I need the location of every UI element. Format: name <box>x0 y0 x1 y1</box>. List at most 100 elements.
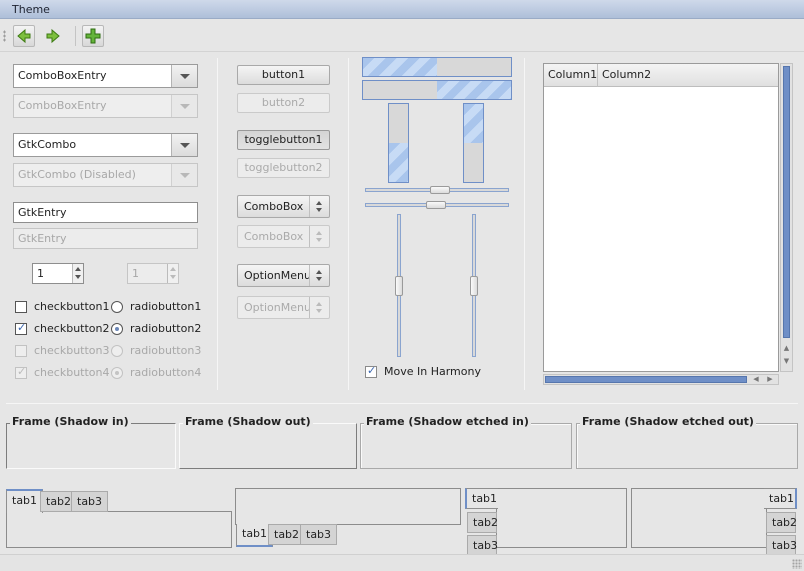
radiobutton2-circle[interactable] <box>111 323 123 335</box>
tab-tab1[interactable]: tab1 <box>764 488 797 509</box>
frame-label: Frame (Shadow etched out) <box>580 415 756 429</box>
togglebutton1[interactable]: togglebutton1 <box>237 130 330 150</box>
tab-tab3[interactable]: tab3 <box>766 535 797 556</box>
checkbutton2-label[interactable]: checkbutton2 <box>34 322 110 336</box>
add-plus-icon <box>85 28 101 44</box>
combobox-disabled: ComboBox <box>237 225 330 248</box>
scroll-left-icon[interactable]: ◀ <box>750 375 762 384</box>
resize-grip-icon[interactable] <box>792 559 802 569</box>
back-button[interactable] <box>13 25 35 47</box>
radiobutton1-label[interactable]: radiobutton1 <box>130 300 201 314</box>
move-harmony-checkbox[interactable] <box>365 364 377 378</box>
hscale-1-slider-handle[interactable] <box>430 186 450 194</box>
chevron-down-icon[interactable] <box>171 65 197 87</box>
notebook-bottom-pane <box>235 488 461 525</box>
scroll-down-icon[interactable]: ▼ <box>782 357 791 367</box>
forward-arrow-icon <box>46 28 60 44</box>
tab-tab3[interactable]: tab3 <box>467 535 498 556</box>
column2-header[interactable]: Column2 <box>598 64 778 87</box>
spin-arrows-icon[interactable] <box>72 264 83 283</box>
gtkentry-disabled-field: GtkEntry <box>13 228 198 249</box>
tree-vscrollbar[interactable]: ▲ ▼ <box>780 63 793 372</box>
progressbar-horizontal-2 <box>362 80 512 100</box>
frame-border <box>6 423 176 469</box>
forward-button[interactable] <box>42 25 64 47</box>
hscrollbar-thumb[interactable] <box>545 376 747 383</box>
comboboxentry[interactable]: ComboBoxEntry <box>13 64 198 88</box>
move-harmony-label[interactable]: Move In Harmony <box>384 365 481 379</box>
optionmenu[interactable]: OptionMenu <box>237 264 330 287</box>
chevron-down-icon <box>171 164 197 186</box>
tab-tab3[interactable]: tab3 <box>71 491 109 512</box>
updown-arrows-icon <box>309 297 329 318</box>
progress-fill <box>363 58 437 76</box>
radiobutton2-label[interactable]: radiobutton2 <box>130 322 201 336</box>
column-separator <box>217 58 218 390</box>
notebook-left-pane <box>496 488 627 548</box>
combobox[interactable]: ComboBox <box>237 195 330 218</box>
checkbutton3-label: checkbutton3 <box>34 344 110 357</box>
spin-value-disabled: 1 <box>132 267 139 280</box>
vscale-1-slider-handle[interactable] <box>395 276 403 296</box>
spin-value[interactable]: 1 <box>37 264 44 283</box>
tree-view[interactable]: Column1 Column2 <box>543 63 779 372</box>
progress-fill <box>389 143 408 182</box>
progressbar-horizontal-1 <box>362 57 512 77</box>
window-title: Theme <box>12 3 50 16</box>
updown-arrows-icon[interactable] <box>309 265 329 286</box>
tab-tab1[interactable]: tab1 <box>6 489 44 513</box>
frame-border <box>576 423 798 469</box>
gtkcombo[interactable]: GtkCombo <box>13 133 198 157</box>
optionmenu-disabled-text: OptionMenu <box>244 301 311 314</box>
optionmenu-text[interactable]: OptionMenu <box>244 265 311 286</box>
checkbutton1-box[interactable] <box>15 301 27 313</box>
tab-tab2[interactable]: tab2 <box>467 512 498 533</box>
gtkentry-field[interactable]: GtkEntry <box>13 202 198 223</box>
notebook-top-pane <box>6 511 232 548</box>
radiobutton4-circle <box>111 367 123 379</box>
comboboxentry-text[interactable]: ComboBoxEntry <box>18 65 107 87</box>
optionmenu-disabled: OptionMenu <box>237 296 330 319</box>
button2: button2 <box>237 93 330 113</box>
progressbar-vertical-2 <box>463 103 484 183</box>
radiobutton3-circle <box>111 345 123 357</box>
comboboxentry-disabled-text: ComboBoxEntry <box>18 99 107 112</box>
gtkcombo-disabled: GtkCombo (Disabled) <box>13 163 198 187</box>
column-separator <box>348 58 349 390</box>
updown-arrows-icon <box>309 226 329 247</box>
button1[interactable]: button1 <box>237 65 330 85</box>
tree-hscrollbar[interactable]: ◀ ▶ <box>543 374 779 385</box>
radiobutton4-label: radiobutton4 <box>130 366 202 379</box>
frame-label: Frame (Shadow in) <box>10 415 131 429</box>
spin-button[interactable]: 1 <box>32 263 84 284</box>
chevron-down-icon[interactable] <box>171 134 197 156</box>
updown-arrows-icon[interactable] <box>309 196 329 217</box>
column1-header[interactable]: Column1 <box>544 64 598 87</box>
combobox-text[interactable]: ComboBox <box>244 196 303 217</box>
vscale-2-slider-handle[interactable] <box>470 276 478 296</box>
checkbutton4-box <box>15 365 27 379</box>
vscrollbar-thumb[interactable] <box>783 66 790 338</box>
hscale-2-slider-handle[interactable] <box>426 201 446 209</box>
radiobutton1-circle[interactable] <box>111 301 123 313</box>
frame-shadow-etched-in: Frame (Shadow etched in) <box>360 415 572 469</box>
comboboxentry-disabled: ComboBoxEntry <box>13 94 198 118</box>
toolbar-grip-icon[interactable] <box>3 30 6 42</box>
frame-shadow-out: Frame (Shadow out) <box>179 415 357 469</box>
gtkcombo-text[interactable]: GtkCombo <box>18 134 76 156</box>
add-button[interactable] <box>82 25 104 47</box>
tab-tab2[interactable]: tab2 <box>766 512 797 533</box>
tab-tab1[interactable]: tab1 <box>465 488 498 509</box>
progressbar-vertical-1 <box>388 103 409 183</box>
status-bar <box>0 554 804 571</box>
checkbutton1-label[interactable]: checkbutton1 <box>34 300 110 314</box>
scroll-up-icon[interactable]: ▲ <box>782 344 791 354</box>
progress-fill <box>437 81 511 99</box>
tab-tab3[interactable]: tab3 <box>300 524 338 545</box>
checkbutton2-box[interactable] <box>15 321 27 335</box>
scroll-right-icon[interactable]: ▶ <box>764 375 776 384</box>
back-arrow-icon <box>17 28 31 44</box>
window-titlebar: Theme <box>0 0 804 19</box>
togglebutton2: togglebutton2 <box>237 158 330 178</box>
frame-label: Frame (Shadow out) <box>183 415 313 429</box>
